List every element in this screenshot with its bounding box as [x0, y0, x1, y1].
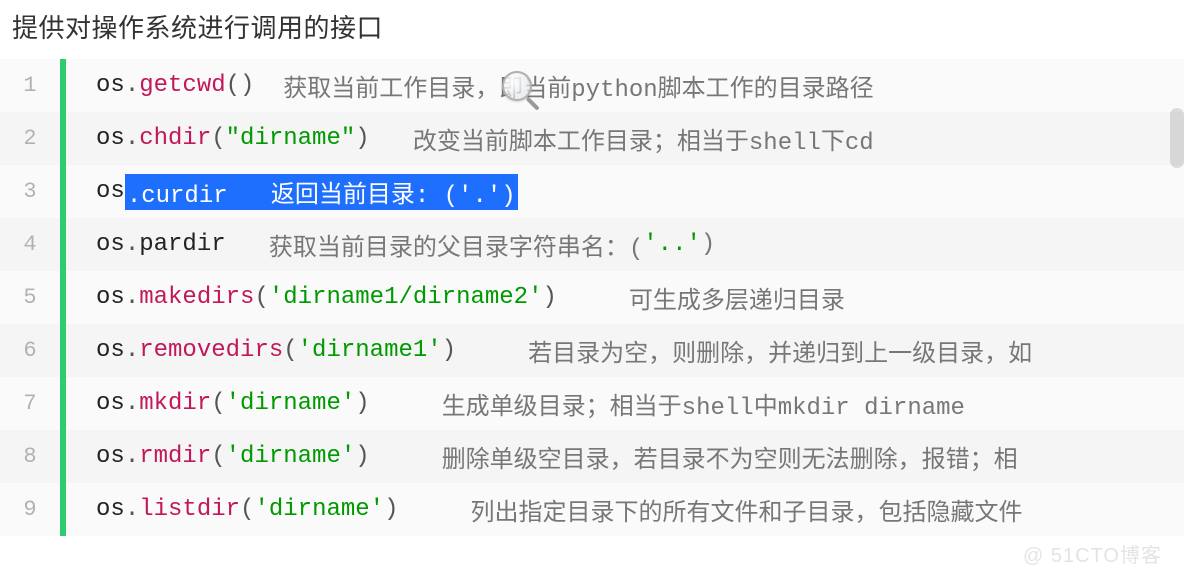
code-token: .curdir 返回当前目录: ('.'): [125, 174, 518, 210]
code-token: [370, 443, 442, 470]
code-token: chdir: [139, 125, 211, 152]
line-number: 5: [0, 271, 60, 324]
code-line[interactable]: 3os.curdir 返回当前目录: ('.'): [0, 165, 1184, 218]
code-token: (: [283, 337, 297, 364]
scrollbar-track[interactable]: [1170, 68, 1184, 574]
code-token: mkdir: [139, 390, 211, 417]
code-token: os: [96, 178, 125, 205]
code-token: [254, 72, 283, 99]
code-token: ): [701, 231, 715, 258]
code-token: 'dirname1': [298, 337, 442, 364]
code-line[interactable]: 5os.makedirs('dirname1/dirname2') 可生成多层递…: [0, 271, 1184, 324]
code-token: (: [240, 496, 254, 523]
code-content[interactable]: os.pardir 获取当前目录的父目录字符串名：('..'): [66, 218, 1184, 271]
line-number: 3: [0, 165, 60, 218]
code-line[interactable]: 4os.pardir 获取当前目录的父目录字符串名：('..'): [0, 218, 1184, 271]
code-token: ): [355, 390, 369, 417]
watermark: @ 51CTO博客: [1023, 539, 1162, 568]
code-token: [370, 125, 413, 152]
code-token: (: [211, 125, 225, 152]
code-content[interactable]: os.removedirs('dirname1') 若目录为空，则删除，并递归到…: [66, 324, 1184, 377]
code-token: '..': [643, 231, 701, 258]
code-content[interactable]: os.getcwd() 获取当前工作目录，即当前python脚本工作的目录路径: [66, 59, 1184, 112]
code-token: [557, 284, 629, 311]
code-token: [456, 337, 528, 364]
code-line[interactable]: 9os.listdir('dirname') 列出指定目录下的所有文件和子目录，…: [0, 483, 1184, 536]
code-content[interactable]: os.listdir('dirname') 列出指定目录下的所有文件和子目录，包…: [66, 483, 1184, 536]
code-token: 'dirname1/dirname2': [269, 284, 543, 311]
code-token: os: [96, 390, 125, 417]
code-token: .: [125, 337, 139, 364]
code-token: 'dirname': [226, 443, 356, 470]
code-token: 'dirname': [226, 390, 356, 417]
line-number: 2: [0, 112, 60, 165]
code-token: [398, 496, 470, 523]
code-token: ): [442, 337, 456, 364]
code-line[interactable]: 1os.getcwd() 获取当前工作目录，即当前python脚本工作的目录路径: [0, 59, 1184, 112]
code-token: 生成单级目录；相当于shell中mkdir dirname: [442, 386, 965, 422]
code-line[interactable]: 2os.chdir("dirname") 改变当前脚本工作目录；相当于shell…: [0, 112, 1184, 165]
line-number: 1: [0, 59, 60, 112]
line-number: 9: [0, 483, 60, 536]
code-token: os: [96, 496, 125, 523]
code-token: .: [125, 443, 139, 470]
code-block: 1os.getcwd() 获取当前工作目录，即当前python脚本工作的目录路径…: [0, 59, 1184, 536]
code-content[interactable]: os.curdir 返回当前目录: ('.'): [66, 165, 1184, 218]
code-token: removedirs: [139, 337, 283, 364]
code-line[interactable]: 8os.rmdir('dirname') 删除单级空目录，若目录不为空则无法删除…: [0, 430, 1184, 483]
code-token: 获取当前工作目录，即当前python脚本工作的目录路径: [283, 68, 873, 104]
code-token: 获取当前目录的父目录字符串名：(: [269, 227, 643, 263]
code-token: (): [226, 72, 255, 99]
line-number: 4: [0, 218, 60, 271]
code-token: [226, 231, 269, 258]
line-number: 6: [0, 324, 60, 377]
code-content[interactable]: os.rmdir('dirname') 删除单级空目录，若目录不为空则无法删除，…: [66, 430, 1184, 483]
code-token: ): [355, 125, 369, 152]
code-line[interactable]: 6os.removedirs('dirname1') 若目录为空，则删除，并递归…: [0, 324, 1184, 377]
code-token: os: [96, 284, 125, 311]
code-token: (: [254, 284, 268, 311]
code-token: ): [543, 284, 557, 311]
code-token: ): [384, 496, 398, 523]
code-token: (: [211, 390, 225, 417]
code-token: os: [96, 125, 125, 152]
code-token: 若目录为空，则删除，并递归到上一级目录，如: [528, 333, 1032, 369]
code-content[interactable]: os.chdir("dirname") 改变当前脚本工作目录；相当于shell下…: [66, 112, 1184, 165]
code-token: getcwd: [139, 72, 225, 99]
code-token: os: [96, 443, 125, 470]
code-token: .: [125, 231, 139, 258]
code-token: 列出指定目录下的所有文件和子目录，包括隐藏文件: [471, 492, 1023, 528]
code-token: makedirs: [139, 284, 254, 311]
code-token: os: [96, 72, 125, 99]
line-number: 7: [0, 377, 60, 430]
code-token: ): [355, 443, 369, 470]
code-token: listdir: [139, 496, 240, 523]
code-token: 'dirname': [254, 496, 384, 523]
code-token: os: [96, 231, 125, 258]
code-token: 可生成多层递归目录: [629, 280, 845, 316]
code-token: 删除单级空目录，若目录不为空则无法删除，报错；相: [442, 439, 1018, 475]
line-number: 8: [0, 430, 60, 483]
code-token: rmdir: [139, 443, 211, 470]
code-content[interactable]: os.makedirs('dirname1/dirname2') 可生成多层递归…: [66, 271, 1184, 324]
code-token: 改变当前脚本工作目录；相当于shell下cd: [413, 121, 874, 157]
code-line[interactable]: 7os.mkdir('dirname') 生成单级目录；相当于shell中mkd…: [0, 377, 1184, 430]
code-token: .: [125, 72, 139, 99]
code-token: .: [125, 496, 139, 523]
code-token: .: [125, 125, 139, 152]
code-content[interactable]: os.mkdir('dirname') 生成单级目录；相当于shell中mkdi…: [66, 377, 1184, 430]
code-token: [370, 390, 442, 417]
code-token: os: [96, 337, 125, 364]
scrollbar-thumb[interactable]: [1170, 108, 1184, 168]
code-token: .: [125, 284, 139, 311]
page-heading: 提供对操作系统进行调用的接口: [0, 0, 1184, 59]
code-token: .: [125, 390, 139, 417]
code-token: (: [211, 443, 225, 470]
code-token: "dirname": [226, 125, 356, 152]
code-token: pardir: [139, 231, 225, 258]
